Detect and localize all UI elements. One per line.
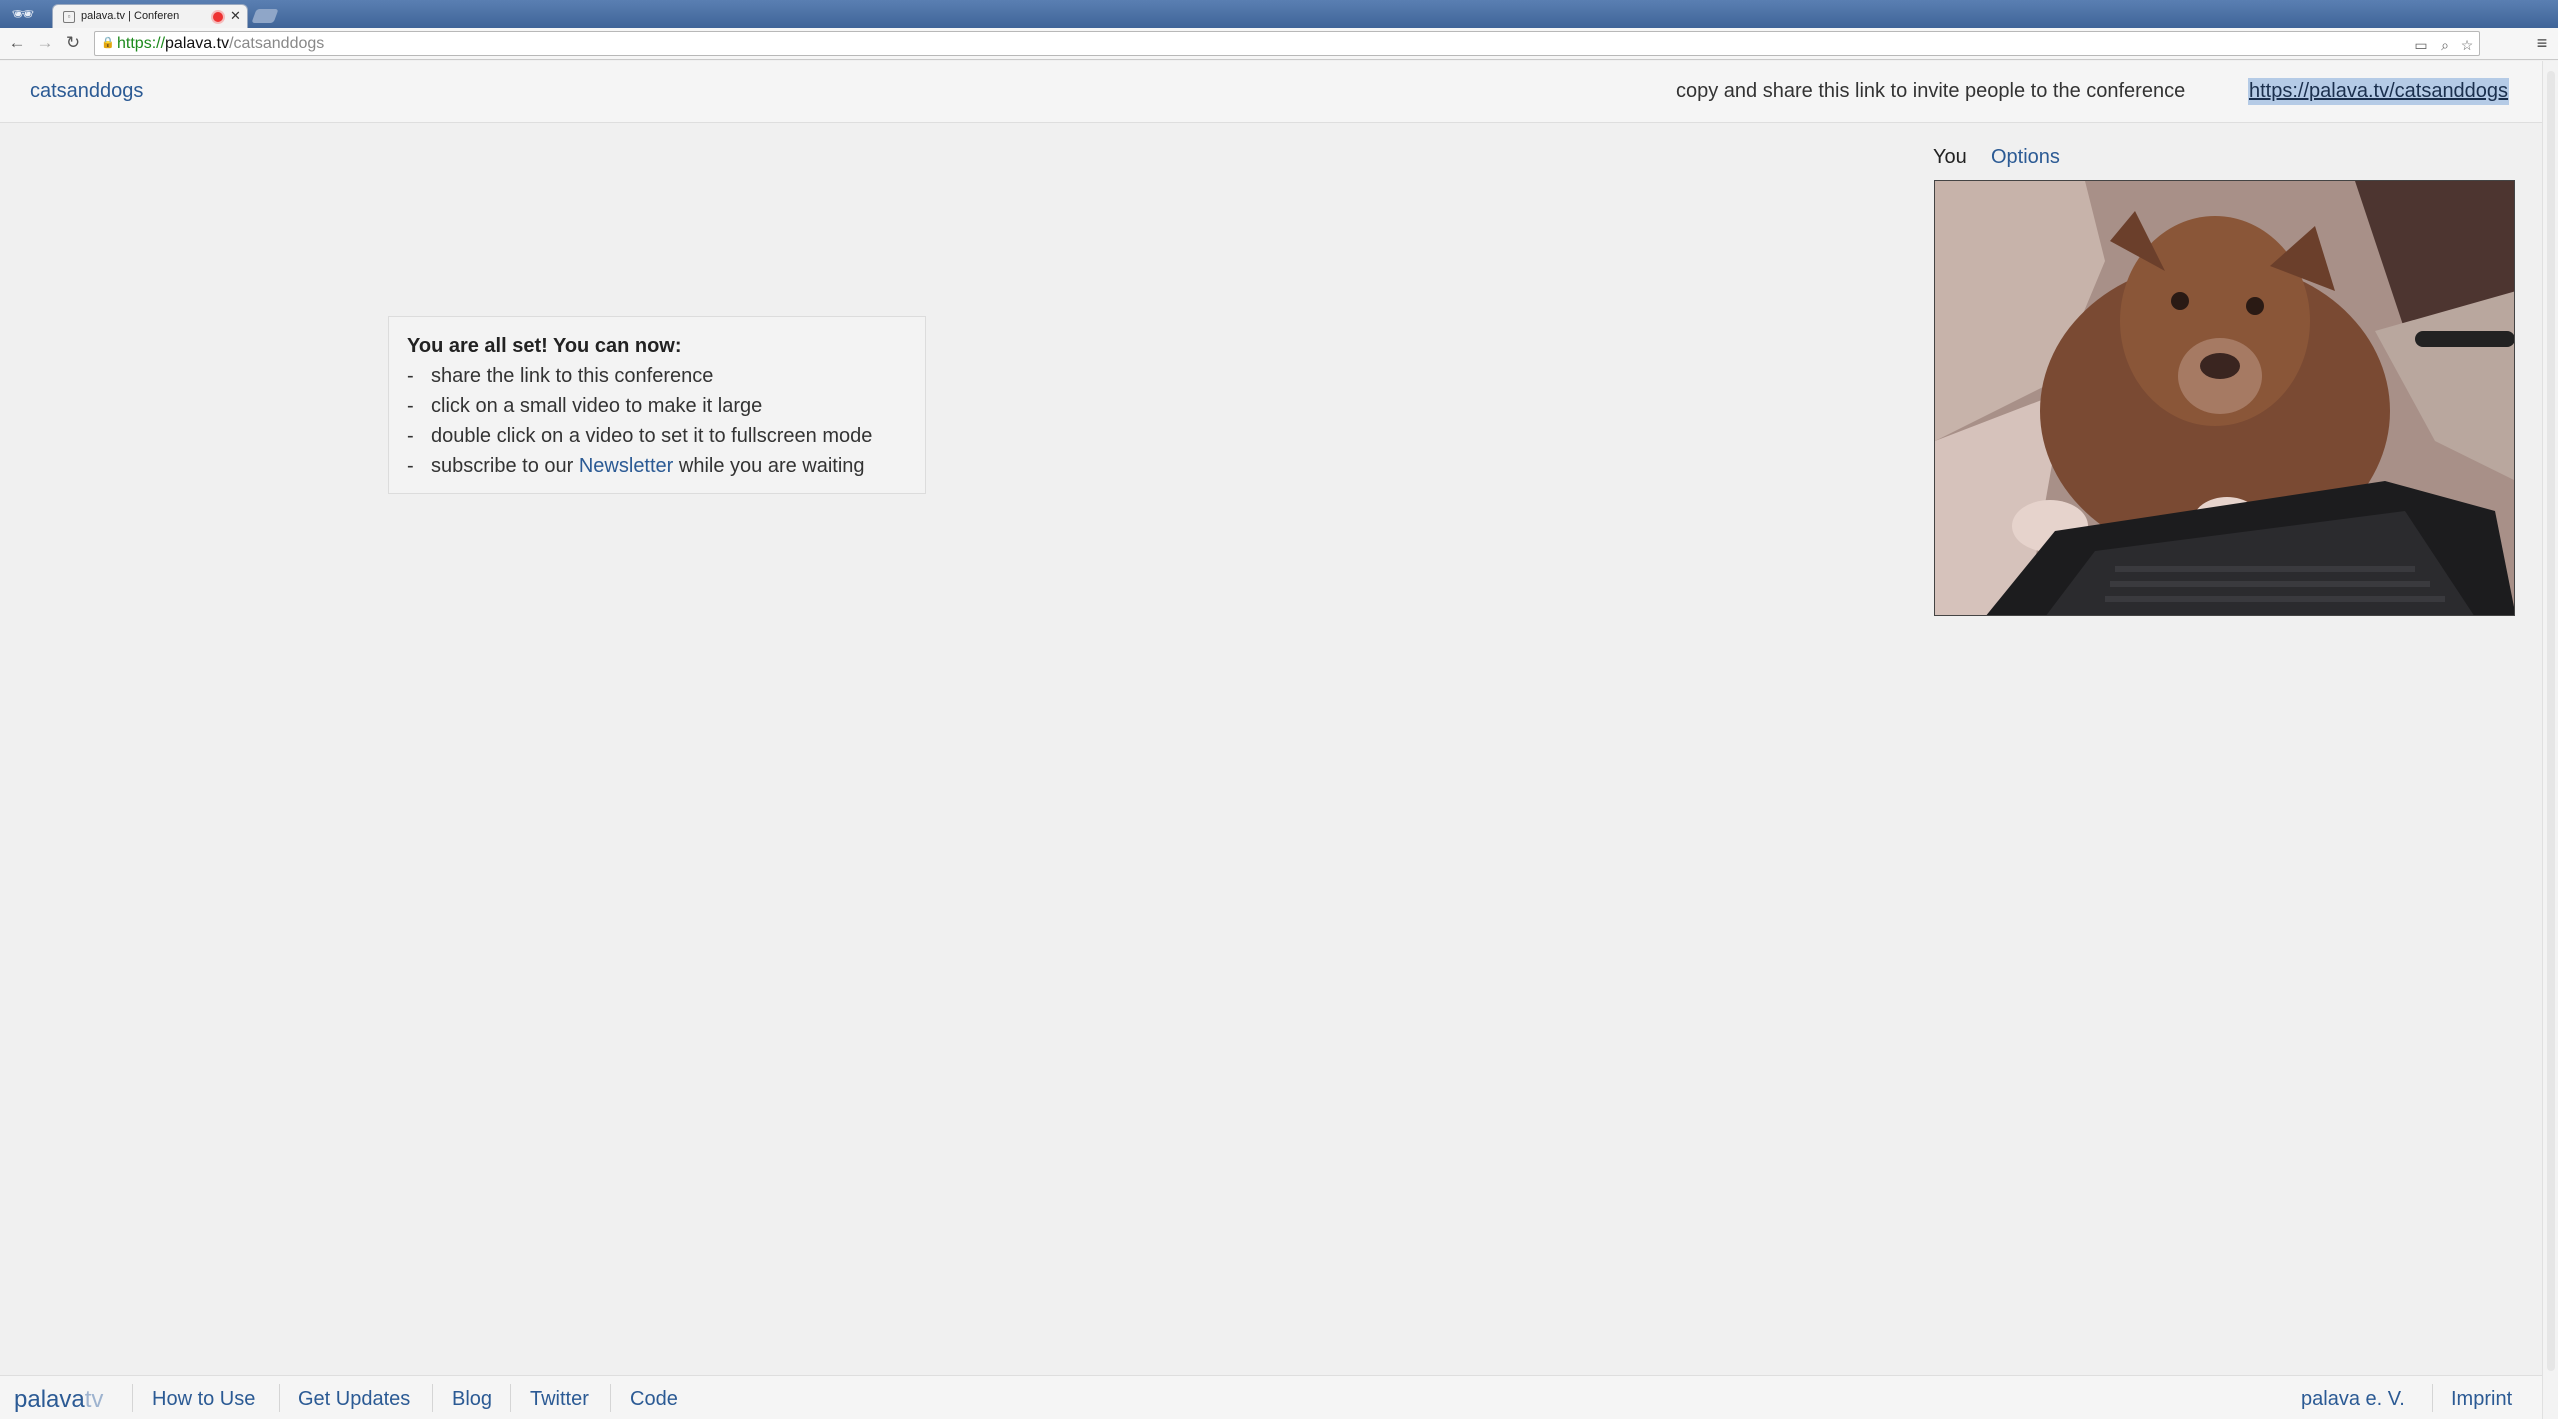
list-item: - click on a small video to make it large — [407, 395, 763, 417]
tab-title: palava.tv | Conferen — [81, 10, 180, 22]
conference-header: catsanddogs copy and share this link to … — [0, 61, 2542, 123]
back-icon[interactable]: ← — [6, 32, 28, 54]
page-icon: ▫ — [63, 11, 75, 23]
list-item: - subscribe to our Newsletter while you a… — [407, 455, 865, 477]
forward-icon[interactable]: → — [34, 32, 56, 54]
list-item: - double click on a video to set it to fu… — [407, 425, 873, 447]
footer-link-palava-ev[interactable]: palava e. V. — [2301, 1388, 2405, 1411]
new-tab-button[interactable] — [251, 9, 279, 23]
page: catsanddogs copy and share this link to … — [0, 61, 2542, 1419]
footer-link-imprint[interactable]: Imprint — [2451, 1388, 2512, 1411]
you-label: You — [1933, 146, 1967, 168]
menu-icon[interactable]: ≡ — [2530, 32, 2554, 54]
star-icon[interactable]: ☆ — [2457, 35, 2477, 55]
invite-hint: copy and share this link to invite peopl… — [1676, 80, 2186, 102]
divider — [279, 1384, 280, 1412]
divider — [610, 1384, 611, 1412]
recording-icon — [213, 12, 223, 22]
lock-icon: 🔒 — [101, 37, 115, 49]
browser-tab[interactable]: ▫ palava.tv | Conferen ✕ — [52, 4, 248, 28]
scrollbar[interactable] — [2542, 61, 2558, 1419]
divider — [132, 1384, 133, 1412]
divider — [510, 1384, 511, 1412]
footer-link-code[interactable]: Code — [630, 1388, 678, 1411]
incognito-icon: 🕶 — [11, 4, 35, 24]
address-bar[interactable]: 🔒 https://palava.tv/catsanddogs ☆ ⌕ ▭ — [94, 31, 2480, 56]
cast-icon[interactable]: ▭ — [2411, 35, 2431, 55]
local-video[interactable] — [1934, 180, 2515, 616]
divider — [2432, 1384, 2433, 1412]
list-item: - share the link to this conference — [407, 365, 714, 387]
info-box: You are all set! You can now: - share the… — [388, 316, 926, 494]
scrollbar-thumb[interactable] — [2547, 71, 2555, 1371]
browser-toolbar: ← → ↻ 🔒 https://palava.tv/catsanddogs ☆ … — [0, 28, 2558, 60]
palava-logo[interactable]: palavatv — [14, 1386, 103, 1414]
invite-link[interactable]: https://palava.tv/catsanddogs — [2248, 78, 2510, 105]
options-link[interactable]: Options — [1991, 146, 2060, 169]
newsletter-link[interactable]: Newsletter — [579, 455, 673, 477]
browser-tabbar: 🕶 ▫ palava.tv | Conferen ✕ — [0, 0, 2558, 28]
reload-icon[interactable]: ↻ — [62, 32, 84, 54]
close-icon[interactable]: ✕ — [230, 8, 241, 24]
video-frame-image — [1935, 181, 2514, 615]
footer-link-get-updates[interactable]: Get Updates — [298, 1388, 410, 1411]
footer-link-how-to-use[interactable]: How to Use — [152, 1388, 255, 1411]
url-text: https://palava.tv/catsanddogs — [117, 35, 325, 52]
zoom-icon[interactable]: ⌕ — [2435, 35, 2455, 55]
site-footer: palavatv How to Use Get Updates Blog Twi… — [0, 1375, 2542, 1419]
footer-link-blog[interactable]: Blog — [452, 1388, 492, 1411]
divider — [432, 1384, 433, 1412]
footer-link-twitter[interactable]: Twitter — [530, 1388, 589, 1411]
info-title: You are all set! You can now: — [407, 335, 682, 357]
room-name-link[interactable]: catsanddogs — [30, 80, 143, 103]
